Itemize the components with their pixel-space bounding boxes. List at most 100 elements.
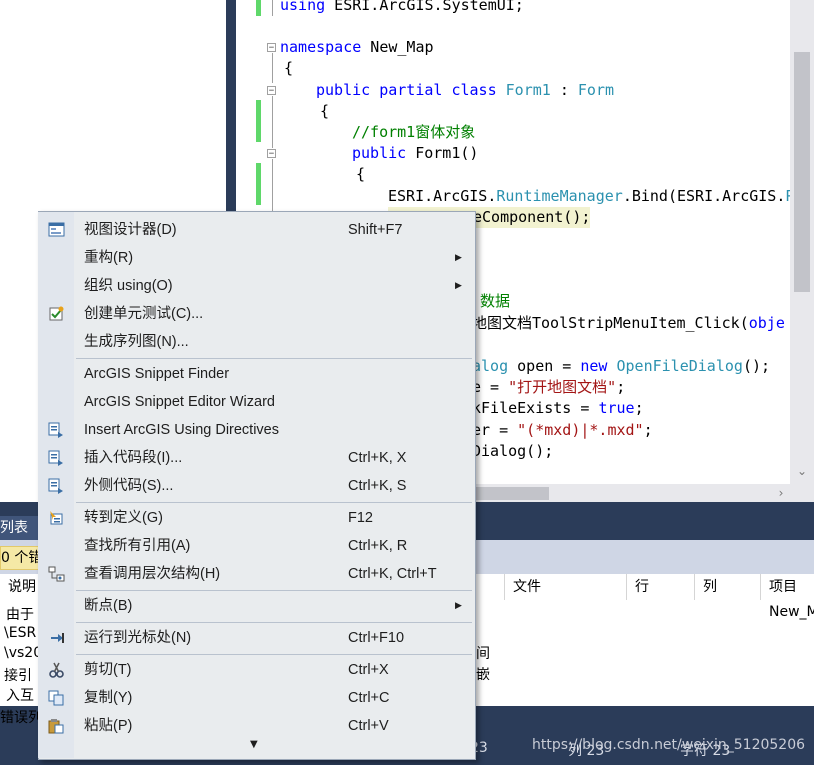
scissors-icon (49, 662, 64, 678)
code-line: Dialog(); (472, 441, 553, 462)
menu-item-view-call-hierarchy[interactable]: 查看调用层次结构(H) Ctrl+K, Ctrl+T (39, 560, 473, 588)
code-line: { (284, 58, 293, 79)
code-line: 数据 (480, 291, 510, 312)
list-item[interactable]: 由于 (6, 604, 34, 624)
menu-item-copy[interactable]: 复制(Y) Ctrl+C (39, 684, 473, 712)
code-token: Form (577, 81, 615, 99)
menu-item-paste[interactable]: 粘贴(P) Ctrl+V (39, 712, 473, 740)
menu-item-breakpoint[interactable]: 断点(B) ▶ (39, 592, 473, 620)
menu-separator (76, 622, 472, 623)
code-token: e = (472, 378, 509, 396)
list-item-text: 间 (476, 646, 490, 662)
code-token: { (356, 165, 366, 183)
code-token: 地图文档ToolStripMenuItem_Click( (472, 314, 749, 332)
menu-separator (76, 654, 472, 655)
vertical-scroll-thumb[interactable] (794, 52, 810, 292)
code-token: .Bind(ESRI.ArcGIS. (622, 187, 786, 205)
code-token: new (580, 357, 608, 375)
submenu-arrow-icon: ▶ (455, 601, 462, 611)
column-header-column[interactable]: 列 (694, 574, 760, 600)
menu-item-shortcut: Ctrl+K, Ctrl+T (348, 566, 437, 582)
code-line: using ESRI.ArcGIS.SystemUI; (280, 0, 524, 16)
fold-toggle[interactable]: − (267, 86, 276, 96)
fold-toggle[interactable]: − (267, 149, 276, 159)
menu-item-label: 创建单元测试(C)... (84, 306, 204, 322)
menu-item-shortcut: Ctrl+V (348, 718, 389, 734)
menu-item-label: ArcGIS Snippet Editor Wizard (84, 394, 275, 410)
menu-item-label: 运行到光标处(N) (84, 630, 192, 646)
menu-item-label: 断点(B) (84, 598, 133, 614)
code-token: RuntimeManager (496, 187, 623, 205)
menu-item-label: 重构(R) (84, 250, 134, 266)
menu-item-surround-with[interactable]: 外侧代码(S)... Ctrl+K, S (39, 472, 473, 500)
code-token: ; (643, 421, 653, 439)
change-marker (256, 0, 261, 16)
menu-item-snippet-finder[interactable]: ArcGIS Snippet Finder (39, 360, 473, 388)
code-token: Form1 (505, 81, 551, 99)
code-line: ESRI.ArcGIS.RuntimeManager.Bind(ESRI.Arc… (388, 186, 794, 207)
code-token: kFileExists = (472, 399, 599, 417)
menu-item-shortcut: Ctrl+F10 (348, 630, 405, 646)
code-token: ESRI.ArcGIS.SystemUI; (325, 0, 524, 14)
column-header-line[interactable]: 行 (626, 574, 694, 600)
code-line: namespace New_Map (280, 37, 434, 58)
list-item: 入互 (6, 688, 34, 704)
menu-item-view-designer[interactable]: 视图设计器(D) Shift+F7 (39, 216, 473, 244)
menu-item-insert-using[interactable]: Insert ArcGIS Using Directives (39, 416, 473, 444)
code-line: //form1窗体对象 (352, 122, 475, 143)
menu-scroll-down-icon[interactable]: ▼ (250, 739, 258, 750)
code-token: using (280, 0, 326, 14)
menu-item-find-all-references[interactable]: 查找所有引用(A) Ctrl+K, R (39, 532, 473, 560)
menu-item-create-unit-tests[interactable]: 创建单元测试(C)... (39, 300, 473, 328)
list-item: 错误列 (0, 710, 42, 726)
call-hierarchy-icon (48, 566, 65, 582)
menu-item-generate-sequence-diagram[interactable]: 生成序列图(N)... (39, 328, 473, 356)
menu-item-go-to-definition[interactable]: 转到定义(G) F12 (39, 504, 473, 532)
designer-icon (48, 222, 65, 237)
column-header-project[interactable]: 项目 (760, 574, 814, 600)
code-line: { (356, 164, 365, 185)
fold-guide (272, 159, 273, 211)
menu-item-label: 剪切(T) (84, 662, 132, 678)
code-token: obje (748, 314, 785, 332)
code-token: alog (472, 357, 509, 375)
submenu-arrow-icon: ▶ (455, 253, 462, 263)
code-token: OpenFileDialog (616, 357, 743, 375)
code-line: { (320, 101, 329, 122)
code-token: "打开地图文档" (508, 378, 617, 396)
menu-item-label: 查看调用层次结构(H) (84, 566, 221, 582)
menu-item-label: 查找所有引用(A) (84, 538, 191, 554)
column-header-description[interactable]: 说明 (0, 574, 40, 600)
column-header-file[interactable]: 文件 (504, 574, 626, 600)
unit-test-icon (49, 306, 64, 321)
code-token: public (352, 144, 407, 162)
menu-item-refactor[interactable]: 重构(R) ▶ (39, 244, 473, 272)
menu-item-shortcut: Ctrl+K, S (348, 478, 407, 494)
menu-item-snippet-editor[interactable]: ArcGIS Snippet Editor Wizard (39, 388, 473, 416)
code-token: "(*mxd)|*.mxd" (517, 421, 644, 439)
code-token: open = (508, 357, 581, 375)
menu-item-cut[interactable]: 剪切(T) Ctrl+X (39, 656, 473, 684)
code-token: public partial class (316, 81, 497, 99)
fold-toggle[interactable]: − (267, 43, 276, 53)
menu-item-label: 插入代码段(I)... (84, 450, 183, 466)
scroll-right-icon[interactable]: › (772, 484, 790, 502)
insert-using-icon (48, 422, 63, 438)
insert-snippet-icon (48, 450, 63, 466)
menu-item-shortcut: Ctrl+C (348, 690, 390, 706)
code-token: 数据 (480, 292, 511, 310)
code-token: ; (634, 399, 644, 417)
menu-item-organize-using[interactable]: 组织 using(O) ▶ (39, 272, 473, 300)
code-token: er = (472, 421, 518, 439)
menu-item-label: 组织 using(O) (84, 278, 173, 294)
scroll-down-icon[interactable]: ⌄ (792, 463, 812, 479)
menu-item-run-to-cursor[interactable]: 运行到光标处(N) Ctrl+F10 (39, 624, 473, 652)
menu-item-shortcut: Ctrl+K, X (348, 450, 407, 466)
code-line: 地图文档ToolStripMenuItem_Click(obje (472, 313, 785, 334)
menu-item-insert-snippet[interactable]: 插入代码段(I)... Ctrl+K, X (39, 444, 473, 472)
menu-item-shortcut: Ctrl+K, R (348, 538, 408, 554)
watermark: https://blog.csdn.net/weixin_51205206 (532, 737, 806, 753)
code-line: alog open = new OpenFileDialog(); (472, 356, 770, 377)
menu-item-label: 粘贴(P) (84, 718, 133, 734)
